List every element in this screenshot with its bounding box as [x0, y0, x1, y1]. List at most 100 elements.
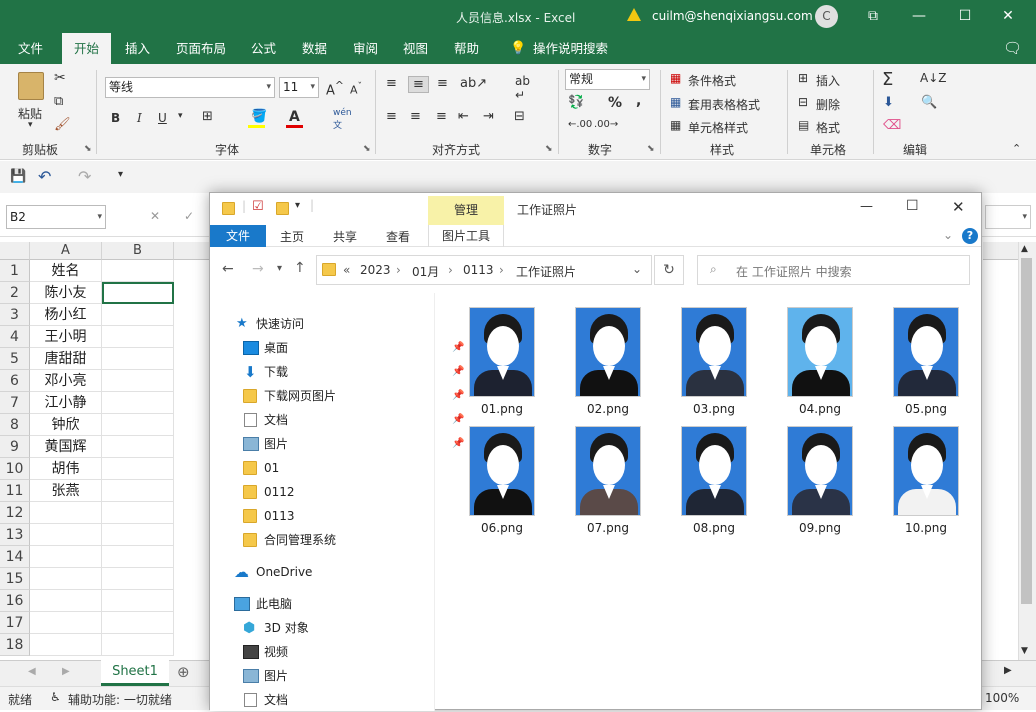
row-header[interactable]: 9	[0, 436, 30, 458]
row-header[interactable]: 17	[0, 612, 30, 634]
cell-b[interactable]	[102, 348, 174, 370]
close-button[interactable]: ✕	[985, 0, 1031, 33]
tab-manage-context[interactable]: 管理	[428, 196, 504, 225]
cell-b[interactable]	[102, 612, 174, 634]
back-icon[interactable]: ←	[222, 261, 234, 277]
address-bar[interactable]: « 2023 › 01月 › 0113 › 工作证照片 ⌄	[316, 255, 652, 285]
format-cells-button[interactable]: 格式	[816, 119, 840, 136]
fill-icon[interactable]: ⬇	[883, 95, 894, 110]
chevron-right-icon[interactable]: ›	[396, 263, 401, 277]
search-box[interactable]: ⌕ 在 工作证照片 中搜索	[697, 255, 970, 285]
format-cells-icon[interactable]: ▤	[798, 118, 809, 132]
confirm-formula-icon[interactable]: ✓	[184, 209, 194, 223]
accessibility-status[interactable]: 辅助功能: 一切就绪	[68, 691, 172, 708]
accounting-format-icon[interactable]: 💱	[568, 95, 584, 110]
row-header[interactable]: 18	[0, 634, 30, 656]
tab-home[interactable]: 开始	[62, 33, 112, 64]
file-item[interactable]: 10.png	[881, 426, 971, 540]
number-format-combo[interactable]: 常规 ▾	[565, 69, 650, 90]
row-header[interactable]: 10	[0, 458, 30, 480]
cell-a[interactable]: 张燕	[30, 480, 102, 502]
properties-icon[interactable]: ☑	[252, 199, 264, 214]
cell-style-button[interactable]: 单元格样式	[688, 119, 748, 136]
file-item[interactable]: 06.png	[457, 426, 547, 540]
cell-b[interactable]	[102, 414, 174, 436]
comma-button[interactable]: ,	[636, 93, 641, 109]
cell-b[interactable]	[102, 392, 174, 414]
dialog-launcher-icon[interactable]: ⬊	[647, 144, 655, 154]
cell-a[interactable]: 江小静	[30, 392, 102, 414]
column-header-b[interactable]: B	[102, 242, 174, 260]
tab-page-layout[interactable]: 页面布局	[176, 33, 226, 64]
paste-icon[interactable]	[18, 72, 44, 100]
expand-ribbon-icon[interactable]: ⌄	[943, 228, 953, 242]
nav-desktop[interactable]: 桌面 📌	[243, 336, 464, 360]
column-header-a[interactable]: A	[30, 242, 102, 260]
cell-a[interactable]	[30, 634, 102, 656]
tab-formulas[interactable]: 公式	[251, 33, 276, 64]
format-painter-icon[interactable]: 🖌	[54, 117, 71, 132]
cell-a[interactable]	[30, 546, 102, 568]
cell-a[interactable]: 王小明	[30, 326, 102, 348]
bold-button[interactable]: B	[111, 111, 120, 125]
undo-icon[interactable]: ↶	[38, 167, 51, 186]
avatar[interactable]: C	[815, 5, 838, 28]
chevron-right-icon[interactable]: ›	[448, 263, 453, 277]
copy-icon[interactable]: ⧉	[54, 94, 63, 109]
cell-b[interactable]	[102, 568, 174, 590]
file-item[interactable]: 02.png	[563, 307, 653, 421]
cell-a[interactable]	[30, 524, 102, 546]
tab-share[interactable]: 共享	[333, 228, 357, 245]
cell-b[interactable]	[102, 436, 174, 458]
dialog-launcher-icon[interactable]: ⬊	[84, 144, 92, 154]
cell-b[interactable]	[102, 634, 174, 656]
nav-quick-access[interactable]: ★ 快速访问	[236, 312, 304, 336]
cell-a[interactable]: 钟欣	[30, 414, 102, 436]
scroll-right-icon[interactable]: ▶	[1004, 665, 1012, 676]
cell-a[interactable]: 杨小红	[30, 304, 102, 326]
file-item[interactable]: 08.png	[669, 426, 759, 540]
next-sheet-icon[interactable]: ▶	[62, 666, 70, 677]
row-header[interactable]: 5	[0, 348, 30, 370]
scroll-up-icon[interactable]: ▲	[1021, 244, 1028, 254]
delete-cells-button[interactable]: 删除	[816, 96, 840, 113]
percent-button[interactable]: %	[608, 95, 622, 111]
refresh-button[interactable]: ↻	[654, 255, 684, 285]
add-sheet-icon[interactable]: ⊕	[177, 663, 190, 681]
minimize-button[interactable]: —	[896, 0, 942, 33]
tab-view[interactable]: 视图	[403, 33, 428, 64]
row-header[interactable]: 15	[0, 568, 30, 590]
breadcrumb-current[interactable]: 工作证照片	[516, 263, 576, 280]
file-item[interactable]: 07.png	[563, 426, 653, 540]
tab-data[interactable]: 数据	[302, 33, 327, 64]
cell-a[interactable]	[30, 568, 102, 590]
find-select-icon[interactable]: 🔍	[921, 95, 937, 110]
row-header[interactable]: 2	[0, 282, 30, 304]
phonetic-icon[interactable]: wén 文	[333, 108, 352, 131]
nav-downloads[interactable]: ⬇ 下载 📌	[243, 360, 464, 384]
close-button[interactable]: ✕	[952, 198, 965, 216]
column-header-c[interactable]	[174, 242, 214, 260]
conditional-format-button[interactable]: 条件格式	[688, 72, 736, 89]
orientation-icon[interactable]: ab↗	[460, 76, 487, 91]
breadcrumb-2023[interactable]: 2023	[360, 263, 391, 277]
nav-pictures[interactable]: 图片 📌	[243, 432, 464, 456]
cell-b[interactable]	[102, 480, 174, 502]
cell-a[interactable]	[30, 502, 102, 524]
chevron-right-icon[interactable]: ›	[499, 263, 504, 277]
autosum-icon[interactable]: Σ	[882, 69, 893, 90]
border-icon[interactable]: ⊞	[202, 109, 213, 124]
address-dropdown-icon[interactable]: ⌄	[632, 262, 642, 276]
column-header-far[interactable]	[983, 242, 1023, 260]
wrap-text-icon[interactable]: ab ↵	[515, 74, 530, 102]
maximize-button[interactable]: ☐	[906, 198, 919, 214]
comment-icon[interactable]: 🗨	[1003, 33, 1022, 64]
table-format-icon[interactable]: ▦	[670, 95, 681, 109]
increase-indent-icon[interactable]: ⇥	[483, 109, 494, 124]
minimize-button[interactable]: —	[860, 199, 873, 214]
nav-folder-contracts[interactable]: 合同管理系统	[243, 528, 336, 552]
tab-file[interactable]: 文件	[18, 33, 43, 64]
cell-a[interactable]: 邓小亮	[30, 370, 102, 392]
table-format-button[interactable]: 套用表格格式	[688, 96, 760, 113]
align-right-icon[interactable]: ≡	[436, 109, 447, 124]
